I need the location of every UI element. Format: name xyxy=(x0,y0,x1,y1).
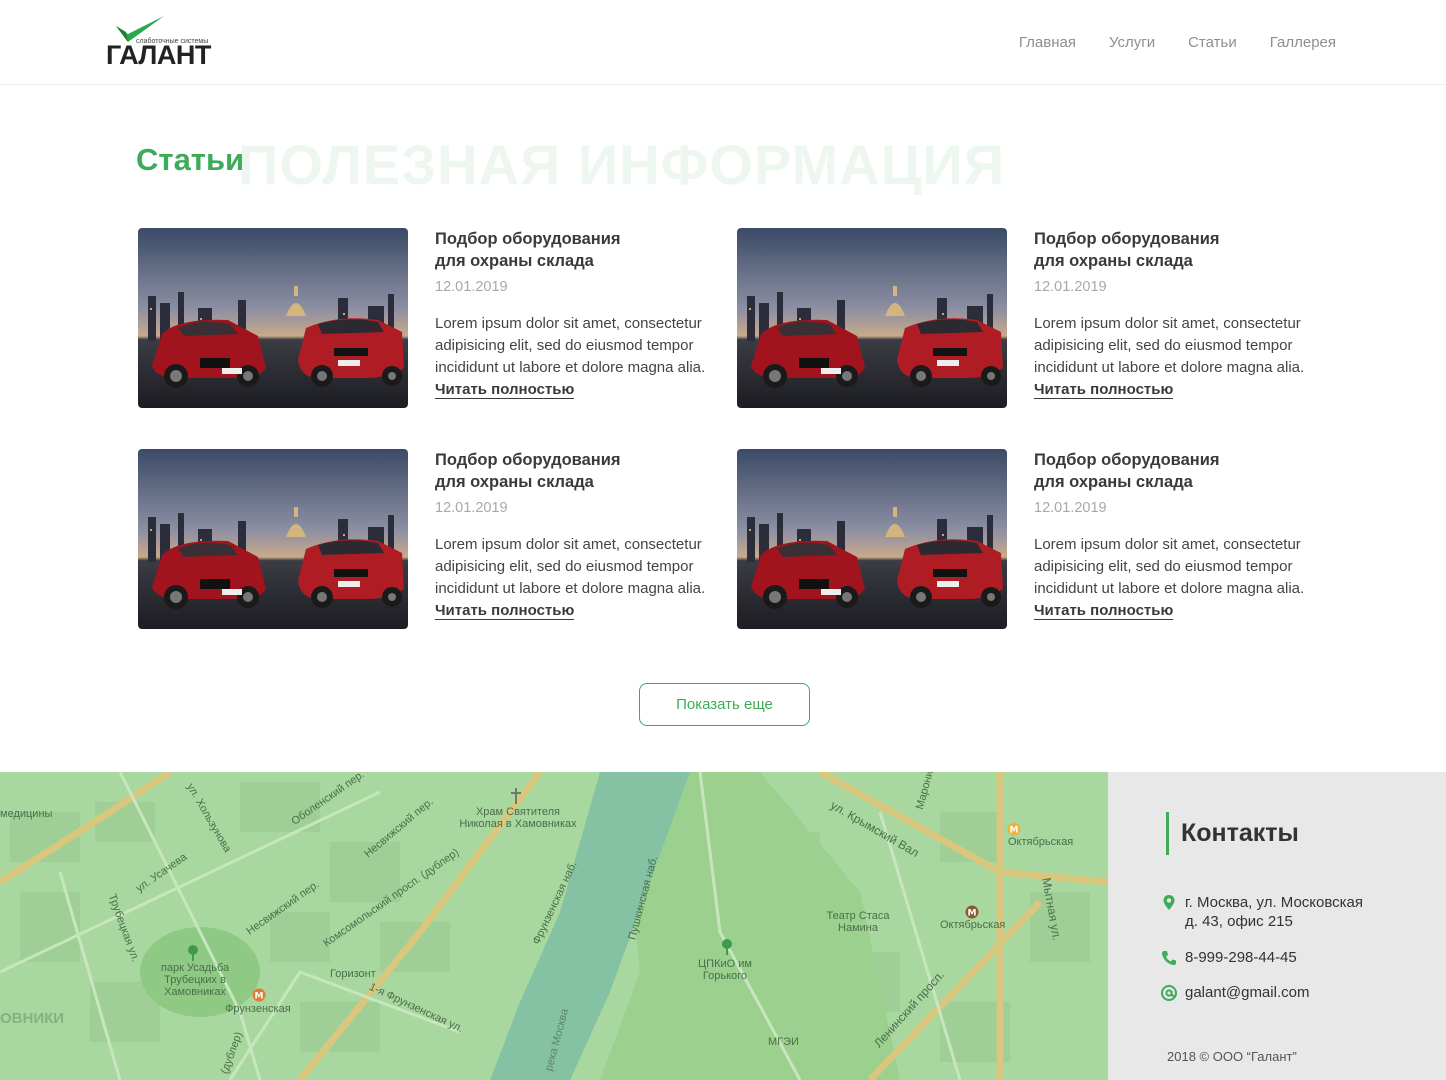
article-excerpt: Lorem ipsum dolor sit amet, consectetur … xyxy=(435,313,725,401)
contact-address: г. Москва, ул. Московская д. 43, офис 21… xyxy=(1160,893,1363,931)
read-more-link[interactable]: Читать полностью xyxy=(1034,602,1174,620)
page-title: Статьи xyxy=(136,142,245,177)
address-line-1: г. Москва, ул. Московская xyxy=(1185,894,1364,911)
article-excerpt: Lorem ipsum dolor sit amet, consectetur … xyxy=(1034,313,1324,401)
metro-icon: M xyxy=(1007,822,1021,836)
read-more-link[interactable]: Читать полностью xyxy=(1034,381,1174,399)
article-date: 12.01.2019 xyxy=(435,500,508,516)
read-more-link[interactable]: Читать полностью xyxy=(435,602,575,620)
contacts-title: Контакты xyxy=(1166,812,1299,855)
logo[interactable]: слаботочные системы ГАЛАНТ xyxy=(106,14,216,70)
license-plate xyxy=(937,581,959,587)
section-heading: ПОЛЕЗНАЯ ИНФОРМАЦИЯ Статьи xyxy=(136,128,1036,198)
contact-email[interactable]: galant@gmail.com xyxy=(1160,983,1309,1002)
article-image[interactable] xyxy=(737,449,1007,629)
park-icon xyxy=(188,945,198,961)
article-excerpt-text: Lorem ipsum dolor sit amet, consectetur … xyxy=(1034,536,1305,597)
license-plate xyxy=(338,581,360,587)
article-photo xyxy=(737,449,1007,629)
map-label: медицины xyxy=(0,808,53,820)
nav-link-home[interactable]: Главная xyxy=(1019,34,1076,51)
article-photo xyxy=(138,228,408,408)
license-plate xyxy=(937,360,959,366)
article-excerpt-text: Lorem ipsum dolor sit amet, consectetur … xyxy=(435,536,706,597)
article-title[interactable]: Подбор оборудования для охраны склада xyxy=(1034,449,1249,493)
nav-link-gallery[interactable]: Галлерея xyxy=(1270,34,1336,51)
article-image[interactable] xyxy=(138,449,408,629)
license-plate xyxy=(821,589,841,595)
article-title[interactable]: Подбор оборудования для охраны склада xyxy=(1034,228,1249,272)
location-pin-icon xyxy=(1163,895,1175,910)
main-nav: Главная Услуги Статьи Галлерея xyxy=(1019,34,1336,51)
nav-link-articles[interactable]: Статьи xyxy=(1188,34,1237,51)
article-card[interactable]: Подбор оборудования для охраны склада 12… xyxy=(737,228,1317,410)
park-icon xyxy=(722,939,732,955)
article-card[interactable]: Подбор оборудования для охраны склада 12… xyxy=(138,449,718,631)
svg-text:M: M xyxy=(968,909,977,919)
phone-number[interactable]: 8-999-298-44-45 xyxy=(1185,948,1297,967)
license-plate xyxy=(338,360,360,366)
read-more-link[interactable]: Читать полностью xyxy=(435,381,575,399)
at-sign-icon xyxy=(1161,985,1177,1001)
article-title[interactable]: Подбор оборудования для охраны склада xyxy=(435,449,650,493)
article-body: Подбор оборудования для охраны склада 12… xyxy=(1034,449,1324,622)
license-plate xyxy=(222,589,242,595)
map-label: Фрунзенская xyxy=(225,1003,291,1015)
map-label: Октябрьская xyxy=(940,919,1006,931)
article-excerpt-text: Lorem ipsum dolor sit amet, consectetur … xyxy=(435,315,706,376)
metro-icon: M xyxy=(252,988,266,1002)
article-body: Подбор оборудования для охраны склада 12… xyxy=(1034,228,1324,401)
article-image[interactable] xyxy=(737,228,1007,408)
logo-name: ГАЛАНТ xyxy=(106,40,211,70)
article-body: Подбор оборудования для охраны склада 12… xyxy=(435,449,725,622)
article-photo xyxy=(737,228,1007,408)
article-date: 12.01.2019 xyxy=(435,279,508,295)
show-more-button[interactable]: Показать еще xyxy=(639,683,810,726)
map-label: ОВНИКИ xyxy=(0,1010,65,1027)
map-label: Театр Стаса Намина xyxy=(826,910,890,934)
article-card[interactable]: Подбор оборудования для охраны склада 12… xyxy=(138,228,718,410)
contacts-panel: Контакты г. Москва, ул. Московская д. 43… xyxy=(1108,772,1446,1080)
address-line-2: д. 43, офис 215 xyxy=(1185,913,1293,930)
map[interactable]: медицины Оболенский пер. ул. Хользунова … xyxy=(0,772,1108,1080)
church-icon xyxy=(511,788,521,804)
svg-text:M: M xyxy=(1010,826,1019,836)
contact-phone[interactable]: 8-999-298-44-45 xyxy=(1160,948,1297,967)
nav-link-services[interactable]: Услуги xyxy=(1109,34,1155,51)
map-label: Храм Святителя Николая в Хамовниках xyxy=(459,806,577,830)
phone-icon xyxy=(1162,951,1176,965)
svg-text:M: M xyxy=(255,992,264,1002)
article-excerpt: Lorem ipsum dolor sit amet, consectetur … xyxy=(435,534,725,622)
article-date: 12.01.2019 xyxy=(1034,500,1107,516)
map-label: Октябрьская xyxy=(1008,836,1074,848)
map-label: парк Усадьба Трубецких в Хамовниках xyxy=(160,962,230,998)
copyright: 2018 © ООО “Галант” xyxy=(1167,1049,1297,1064)
map-label: ЦПКиО им Горького xyxy=(698,958,752,982)
map-label: МГЭИ xyxy=(768,1036,799,1048)
article-card[interactable]: Подбор оборудования для охраны склада 12… xyxy=(737,449,1317,631)
email-address[interactable]: galant@gmail.com xyxy=(1185,983,1309,1002)
section-background-title: ПОЛЕЗНАЯ ИНФОРМАЦИЯ xyxy=(238,133,1005,196)
license-plate xyxy=(222,368,242,374)
site-header: слаботочные системы ГАЛАНТ Главная Услуг… xyxy=(0,0,1446,85)
metro-icon: M xyxy=(965,905,979,919)
article-body: Подбор оборудования для охраны склада 12… xyxy=(435,228,725,401)
article-date: 12.01.2019 xyxy=(1034,279,1107,295)
article-title[interactable]: Подбор оборудования для охраны склада xyxy=(435,228,650,272)
map-label: Горизонт xyxy=(330,968,376,980)
license-plate xyxy=(821,368,841,374)
article-excerpt: Lorem ipsum dolor sit amet, consectetur … xyxy=(1034,534,1324,622)
article-photo xyxy=(138,449,408,629)
article-image[interactable] xyxy=(138,228,408,408)
article-excerpt-text: Lorem ipsum dolor sit amet, consectetur … xyxy=(1034,315,1305,376)
